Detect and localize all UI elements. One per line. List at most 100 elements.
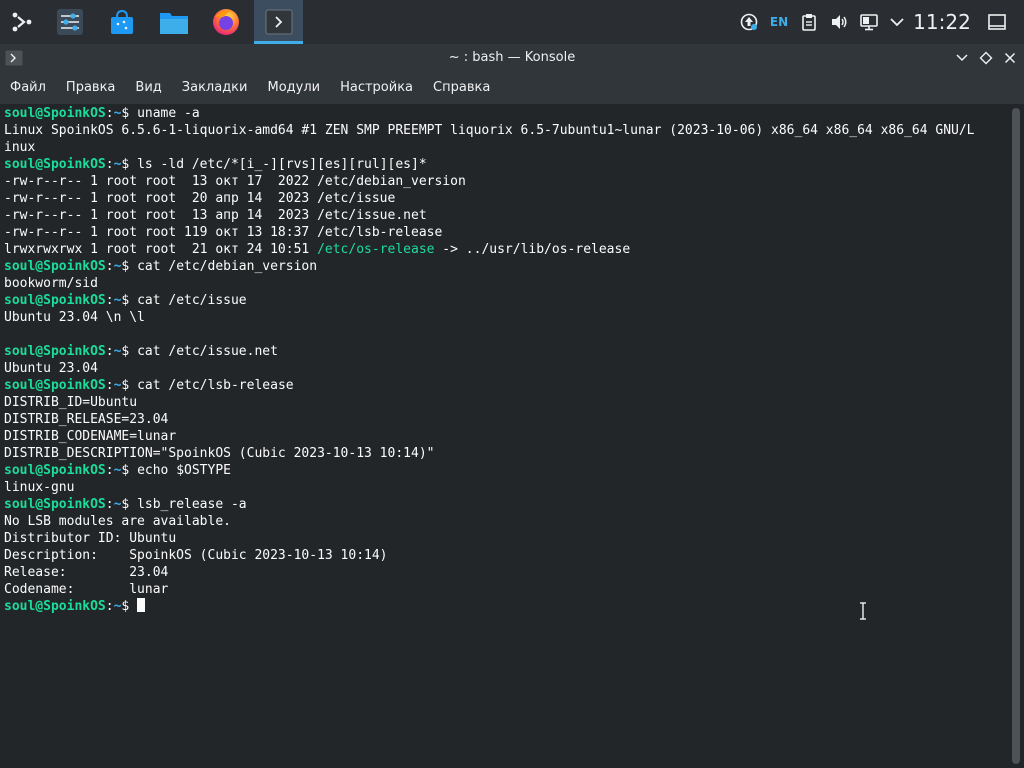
volume-icon[interactable] bbox=[826, 0, 852, 44]
output-line: No LSB modules are available. bbox=[4, 514, 231, 529]
output-line: DISTRIB_ID=Ubuntu bbox=[4, 395, 138, 410]
close-button[interactable] bbox=[1000, 48, 1020, 68]
menu-view[interactable]: Вид bbox=[125, 72, 171, 104]
command-text: cat /etc/issue.net bbox=[137, 344, 278, 359]
menu-plugins[interactable]: Модули bbox=[257, 72, 330, 104]
prompt-user-host: soul@SpoinkOS bbox=[4, 463, 106, 478]
prompt-separator: : bbox=[105, 293, 114, 308]
prompt-user-host: soul@SpoinkOS bbox=[4, 293, 106, 308]
output-line: DISTRIB_CODENAME=lunar bbox=[4, 429, 177, 444]
prompt-dollar: $ bbox=[121, 378, 138, 393]
prompt-separator: : bbox=[105, 599, 114, 614]
konsole-task-icon[interactable] bbox=[254, 0, 303, 44]
prompt-line: soul@SpoinkOS:~$ cat /etc/debian_version bbox=[4, 258, 975, 275]
command-text: cat /etc/debian_version bbox=[137, 259, 318, 274]
top-panel: EN 11:22 bbox=[0, 0, 1024, 44]
symlink-target: -> ../usr/lib/os-release bbox=[434, 242, 631, 257]
menu-edit[interactable]: Правка bbox=[56, 72, 125, 104]
minimize-button[interactable] bbox=[952, 48, 972, 68]
menu-help[interactable]: Справка bbox=[423, 72, 500, 104]
prompt-dollar: $ bbox=[121, 497, 138, 512]
network-wired-icon[interactable] bbox=[856, 0, 882, 44]
keyboard-layout-indicator[interactable]: EN bbox=[766, 0, 792, 44]
prompt-separator: : bbox=[105, 106, 114, 121]
output-line: Codename: lunar bbox=[4, 582, 169, 597]
active-prompt-line: soul@SpoinkOS:~$ bbox=[4, 598, 975, 615]
prompt-dollar: $ bbox=[121, 106, 138, 121]
prompt-separator: : bbox=[105, 497, 114, 512]
prompt-separator: : bbox=[105, 378, 114, 393]
prompt-user-host: soul@SpoinkOS bbox=[4, 106, 106, 121]
terminal-view[interactable]: soul@SpoinkOS:~$ uname -a Linux SpoinkOS … bbox=[0, 104, 1008, 768]
application-launcher-icon[interactable] bbox=[0, 0, 44, 44]
show-desktop-icon[interactable] bbox=[984, 0, 1010, 44]
output-line: bookworm/sid bbox=[4, 276, 98, 291]
system-settings-icon[interactable] bbox=[48, 0, 92, 44]
output-line: inux bbox=[4, 140, 36, 155]
dolphin-file-manager-icon[interactable] bbox=[152, 0, 196, 44]
prompt-separator: : bbox=[105, 259, 114, 274]
output-line: Distributor ID: Ubuntu bbox=[4, 531, 177, 546]
prompt-user-host: soul@SpoinkOS bbox=[4, 259, 106, 274]
output-line: Release: 23.04 bbox=[4, 565, 169, 580]
discover-store-icon[interactable] bbox=[100, 0, 144, 44]
output-text: lrwxrwxrwx 1 root root 21 окт 24 10:51 bbox=[4, 242, 318, 257]
output-line: -rw-r--r-- 1 root root 119 окт 13 18:37 … bbox=[4, 225, 443, 240]
symlink-name: /etc/os-release bbox=[317, 242, 435, 257]
output-line: Linux SpoinkOS 6.5.6-1-liquorix-amd64 #1… bbox=[4, 123, 975, 138]
output-line: DISTRIB_RELEASE=23.04 bbox=[4, 412, 169, 427]
menu-bookmarks[interactable]: Закладки bbox=[172, 72, 258, 104]
output-line: Description: SpoinkOS (Cubic 2023-10-13 … bbox=[4, 548, 388, 563]
prompt-separator: : bbox=[105, 344, 114, 359]
prompt-line: soul@SpoinkOS:~$ lsb_release -a bbox=[4, 496, 975, 513]
output-line: -rw-r--r-- 1 root root 13 окт 17 2022 /e… bbox=[4, 174, 466, 189]
prompt-line: soul@SpoinkOS:~$ ls -ld /etc/*[i_-][rvs]… bbox=[4, 156, 975, 173]
clipboard-icon[interactable] bbox=[798, 0, 820, 44]
prompt-separator: : bbox=[105, 463, 114, 478]
command-text: lsb_release -a bbox=[137, 497, 247, 512]
prompt-dollar: $ bbox=[121, 157, 138, 172]
prompt-user-host: soul@SpoinkOS bbox=[4, 599, 106, 614]
prompt-dollar: $ bbox=[121, 463, 138, 478]
firefox-icon[interactable] bbox=[204, 0, 248, 44]
prompt-line: soul@SpoinkOS:~$ uname -a bbox=[4, 105, 975, 122]
mouse-ibeam-cursor-icon bbox=[858, 602, 868, 620]
update-notifier-icon[interactable] bbox=[736, 0, 762, 44]
prompt-dollar: $ bbox=[121, 293, 138, 308]
prompt-line: soul@SpoinkOS:~$ echo $OSTYPE bbox=[4, 462, 975, 479]
output-line: Ubuntu 23.04 bbox=[4, 361, 98, 376]
output-line: lrwxrwxrwx 1 root root 21 окт 24 10:51 /… bbox=[4, 241, 975, 258]
command-text: uname -a bbox=[137, 106, 200, 121]
prompt-dollar: $ bbox=[121, 259, 138, 274]
prompt-line: soul@SpoinkOS:~$ cat /etc/lsb-release bbox=[4, 377, 975, 394]
command-text: cat /etc/lsb-release bbox=[137, 378, 294, 393]
text-cursor bbox=[137, 598, 146, 612]
terminal-output: soul@SpoinkOS:~$ uname -a Linux SpoinkOS … bbox=[4, 105, 975, 615]
chevron-down-icon[interactable] bbox=[886, 0, 908, 44]
prompt-separator: : bbox=[105, 157, 114, 172]
terminal-scrollbar[interactable] bbox=[1008, 104, 1024, 768]
prompt-user-host: soul@SpoinkOS bbox=[4, 497, 106, 512]
output-line: -rw-r--r-- 1 root root 20 апр 14 2023 /e… bbox=[4, 191, 396, 206]
output-line: -rw-r--r-- 1 root root 13 апр 14 2023 /e… bbox=[4, 208, 427, 223]
output-line: Ubuntu 23.04 \n \l bbox=[4, 310, 145, 325]
prompt-user-host: soul@SpoinkOS bbox=[4, 157, 106, 172]
prompt-user-host: soul@SpoinkOS bbox=[4, 378, 106, 393]
digital-clock[interactable]: 11:22 bbox=[912, 0, 972, 44]
menu-settings[interactable]: Настройка bbox=[330, 72, 423, 104]
prompt-line: soul@SpoinkOS:~$ cat /etc/issue bbox=[4, 292, 975, 309]
menu-bar: Файл Правка Вид Закладки Модули Настройк… bbox=[0, 72, 1024, 104]
output-line: linux-gnu bbox=[4, 480, 75, 495]
maximize-button[interactable] bbox=[976, 48, 996, 68]
window-titlebar[interactable]: ~ : bash — Konsole bbox=[0, 44, 1024, 72]
prompt-dollar: $ bbox=[121, 344, 138, 359]
command-text: echo $OSTYPE bbox=[137, 463, 231, 478]
prompt-dollar: $ bbox=[121, 599, 138, 614]
command-text: ls -ld /etc/*[i_-][rvs][es][rul][es]* bbox=[137, 157, 427, 172]
prompt-line: soul@SpoinkOS:~$ cat /etc/issue.net bbox=[4, 343, 975, 360]
menu-file[interactable]: Файл bbox=[0, 72, 56, 104]
window-title: ~ : bash — Konsole bbox=[448, 50, 576, 65]
scrollbar-thumb[interactable] bbox=[1012, 108, 1020, 764]
command-text: cat /etc/issue bbox=[137, 293, 247, 308]
